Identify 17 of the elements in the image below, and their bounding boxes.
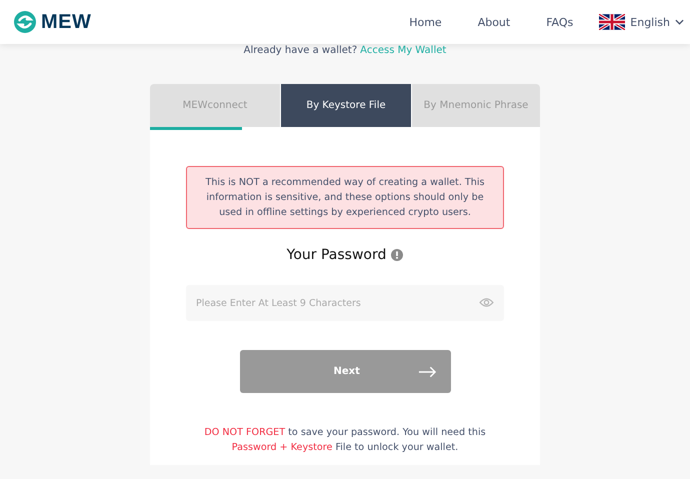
- logo-icon: [14, 11, 36, 33]
- arrow-icon: [418, 366, 436, 378]
- eye-icon[interactable]: [479, 297, 494, 308]
- password-field[interactable]: Please Enter At Least 9 Characters: [186, 285, 504, 321]
- tab[interactable]: By Keystore File: [281, 84, 411, 127]
- logo-text: MEW: [41, 10, 92, 34]
- flag-icon: [599, 14, 626, 30]
- warning-message: This is NOT a recommended way of creating a wallet. This information is sensitive, and these options should only be used in offline settings by experienced crypto users.: [186, 166, 504, 229]
- nav-link[interactable]: FAQs: [546, 16, 574, 28]
- nav-link[interactable]: Home: [409, 16, 442, 28]
- language-selector[interactable]: English: [599, 14, 684, 30]
- nav-link[interactable]: About: [478, 16, 510, 28]
- chevron-down-icon: [675, 19, 684, 25]
- prompt-text: Already have a wallet?: [244, 45, 358, 56]
- save-password-note: DO NOT FORGET to save your password. You will need this Password + Keystore File to unlock your wallet.: [203, 426, 487, 455]
- password-title: Your Password: [286, 247, 386, 263]
- info-icon[interactable]: [391, 249, 404, 261]
